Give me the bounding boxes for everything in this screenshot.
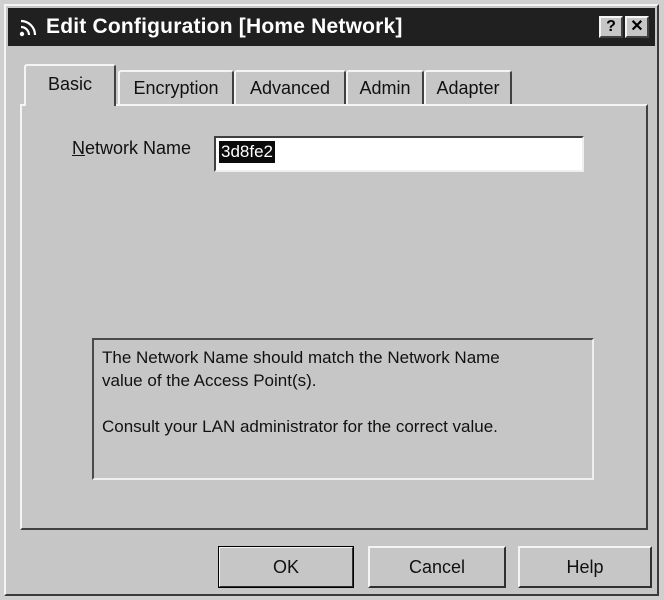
window-title: Edit Configuration [Home Network] bbox=[46, 15, 403, 38]
tab-adapter[interactable]: Adapter bbox=[424, 70, 512, 104]
tab-label: Encryption bbox=[133, 77, 219, 98]
help-button-label: Help bbox=[566, 556, 604, 577]
close-icon: ✕ bbox=[630, 18, 644, 35]
tab-advanced[interactable]: Advanced bbox=[234, 70, 346, 104]
help-button[interactable]: Help bbox=[518, 546, 652, 588]
tab-label: Advanced bbox=[249, 77, 331, 98]
tab-basic[interactable]: Basic bbox=[24, 64, 116, 106]
tab-label: Adapter bbox=[436, 77, 500, 98]
tab-label: Admin bbox=[359, 77, 411, 98]
title-bar[interactable]: Edit Configuration [Home Network] ? ✕ bbox=[8, 8, 655, 46]
ok-button[interactable]: OK bbox=[218, 546, 354, 588]
cancel-button[interactable]: Cancel bbox=[368, 546, 506, 588]
network-name-label-text: etwork Name bbox=[85, 138, 192, 158]
info-line: The Network Name should match the Networ… bbox=[102, 348, 500, 367]
basic-tab-panel: Network Name 3d8fe2 The Network Name sho… bbox=[20, 104, 648, 530]
network-name-input[interactable]: 3d8fe2 bbox=[214, 136, 584, 172]
network-name-label: Network Name bbox=[72, 138, 191, 159]
tab-encryption[interactable]: Encryption bbox=[118, 70, 234, 104]
info-line: Consult your LAN administrator for the c… bbox=[102, 417, 498, 436]
network-name-accelerator: N bbox=[72, 138, 85, 158]
help-title-button[interactable]: ? bbox=[599, 16, 623, 38]
info-line: value of the Access Point(s). bbox=[102, 371, 317, 390]
wireless-signal-icon bbox=[14, 12, 44, 42]
edit-configuration-dialog: Edit Configuration [Home Network] ? ✕ Ba… bbox=[4, 4, 659, 596]
tab-label: Basic bbox=[47, 73, 92, 94]
close-button[interactable]: ✕ bbox=[625, 16, 649, 38]
cancel-button-label: Cancel bbox=[408, 556, 466, 577]
info-box: The Network Name should match the Networ… bbox=[92, 338, 594, 480]
question-mark-icon: ? bbox=[606, 18, 616, 35]
ok-button-label: OK bbox=[272, 556, 299, 577]
network-name-value: 3d8fe2 bbox=[219, 141, 275, 163]
tab-admin[interactable]: Admin bbox=[346, 70, 424, 104]
